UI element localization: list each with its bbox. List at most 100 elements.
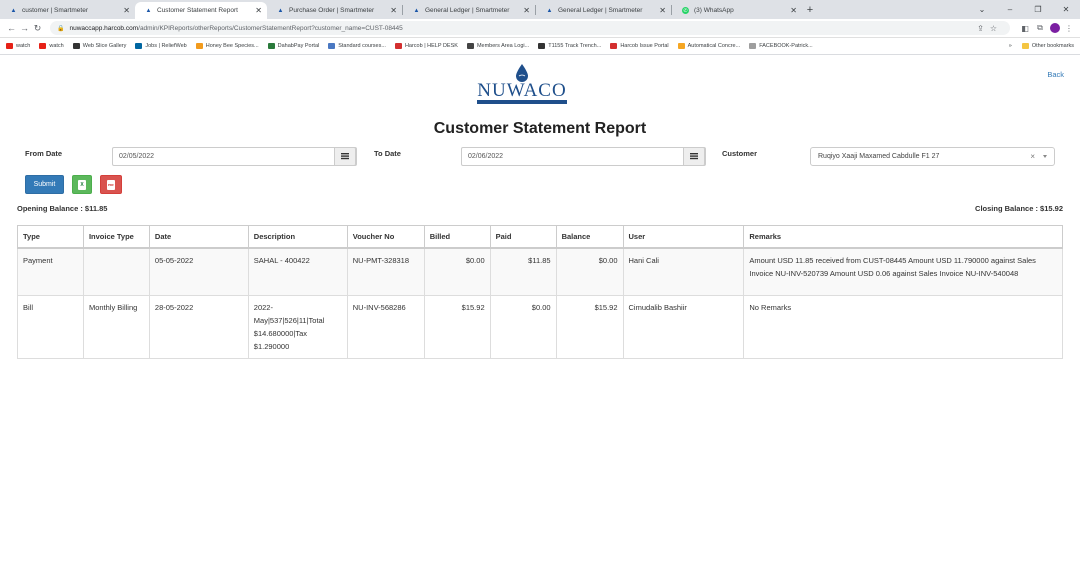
bookmark-label: Web Slice Gallery [82,43,127,49]
minimize-button[interactable]: – [996,5,1024,14]
submit-button[interactable]: Submit [25,175,64,194]
bookmark-item[interactable]: watch [39,43,64,49]
puzzle-icon[interactable]: ⧉ [1034,23,1046,33]
bookmark-item[interactable]: Harcob Issue Portal [610,43,669,49]
share-star-icons[interactable]: ⇪☆ [977,24,1003,33]
browser-toolbar: ← → ↻ 🔒 nuwaccapp.harcob.com/admin/KPIRe… [0,19,1080,38]
tab-search-icon[interactable]: ⌄ [968,5,996,14]
close-icon[interactable]: ✕ [790,6,797,15]
close-icon[interactable]: ✕ [255,6,262,15]
back-arrow-icon[interactable]: ← [5,23,18,33]
cell-user: Hani Cali [622,247,745,296]
reload-icon[interactable]: ↻ [31,23,44,34]
bookmark-favicon-icon [677,43,685,49]
page-title: Customer Statement Report [433,120,647,137]
lock-icon[interactable]: 🔒 [57,25,64,32]
bookmark-item[interactable]: Automatical Concre... [677,43,740,49]
column-header[interactable]: User [622,225,745,249]
close-icon[interactable]: ✕ [659,6,666,15]
back-link[interactable]: Back [1047,70,1064,79]
bookmark-item[interactable]: Standard courses... [328,43,386,49]
bookmark-item[interactable]: Jobs | ReliefWeb [135,43,187,49]
from-date-calendar-button[interactable] [334,147,356,166]
new-tab-button[interactable]: + [802,4,818,16]
opening-balance: Opening Balance : $11.85 [17,204,108,213]
cell-date: 28-05-2022 [148,295,249,359]
from-date-input[interactable]: 02/05/2022 [112,147,357,166]
browser-tab[interactable]: ▲ General Ledger | Smartmeter ✕ [403,2,535,19]
to-date-label: To Date [374,149,401,158]
bookmark-favicon-icon [328,43,336,49]
to-date-calendar-button[interactable] [683,147,705,166]
bookmark-item[interactable]: Members Area Logi... [466,43,530,49]
customer-select[interactable]: Ruqiyo Xaaji Maxamed Cabdulle F1 27 × [810,147,1055,166]
address-bar[interactable]: 🔒 nuwaccapp.harcob.com/admin/KPIReports/… [50,21,1010,35]
bookmark-favicon-icon [6,43,13,49]
window-close-button[interactable]: ✕ [1052,5,1080,14]
tab-title: Purchase Order | Smartmeter [289,7,375,14]
browser-tab[interactable]: ▲ customer | Smartmeter ✕ [0,2,135,19]
bookmark-label: watch [16,43,31,49]
bookmark-label: watch [49,43,64,49]
more-bookmarks-button[interactable]: » [1009,43,1012,49]
column-header[interactable]: Remarks [743,225,1063,249]
filter-row: From Date 02/05/2022 To Date 02/06/2022 … [25,147,1055,167]
bookmarks-bar: watch watch Web Slice Gallery Jobs | Relief… [0,38,1080,55]
to-date-input[interactable]: 02/06/2022 [461,147,706,166]
bookmark-favicon-icon [267,43,275,49]
column-header[interactable]: Billed [423,225,491,249]
cell-paid: $11.85 [489,247,557,296]
close-icon[interactable]: ✕ [390,6,397,15]
report-page: Back NUWACO Customer Statement Report Fr… [0,55,1080,583]
bookmark-item[interactable]: Web Slice Gallery [72,43,127,49]
cell-type: Bill [17,295,84,359]
chevron-down-icon[interactable] [1043,155,1047,158]
browser-tab[interactable]: ▲ General Ledger | Smartmeter ✕ [536,2,671,19]
menu-dots-icon[interactable]: ⋮ [1063,24,1075,33]
column-header[interactable]: Type [17,225,84,249]
calendar-icon [341,153,349,160]
bookmark-label: Members Area Logi... [476,43,530,49]
browser-tab-active[interactable]: ▲ Customer Statement Report ✕ [135,2,267,19]
column-header[interactable]: Balance [555,225,624,249]
bookmark-item[interactable]: T1155 Track Trench... [538,43,601,49]
cell-invoice-type: Monthly Billing [82,295,150,359]
bookmark-item[interactable]: Honey Bee Species... [195,43,259,49]
column-header[interactable]: Paid [489,225,557,249]
tab-title: General Ledger | Smartmeter [558,7,643,14]
column-header[interactable]: Date [148,225,249,249]
bookmark-item[interactable]: watch [6,43,30,49]
browser-tab[interactable]: ▲ Purchase Order | Smartmeter ✕ [267,2,402,19]
other-bookmarks-link[interactable]: Other bookmarks [1032,43,1074,49]
bookmark-item[interactable]: Harcob | HELP DESK [394,43,458,49]
clear-icon[interactable]: × [1030,152,1035,161]
export-pdf-button[interactable]: PDF [100,175,122,194]
customer-label: Customer [722,149,758,158]
from-date-value: 02/05/2022 [119,153,155,160]
bookmark-item[interactable]: FACEBOOK-Patrick... [749,43,813,49]
table-header-row: Type Invoice Type Date Description Vouch… [17,225,1063,249]
folder-icon [1021,43,1029,49]
cell-billed: $0.00 [423,247,491,296]
bookmark-favicon-icon [394,43,402,49]
forward-arrow-icon[interactable]: → [18,23,31,33]
close-icon[interactable]: ✕ [523,6,530,15]
bookmark-item[interactable]: DahabPay Portal [267,43,319,49]
avatar[interactable] [1050,23,1060,33]
cell-date: 05-05-2022 [148,247,249,296]
column-header[interactable]: Description [247,225,348,249]
calendar-icon [690,153,698,160]
export-excel-button[interactable]: X [72,175,92,194]
table-row: Bill Monthly Billing 28-05-2022 2022-May… [17,295,1063,359]
cell-description: 2022-May|537|526|11|Total $14.680000|Tax… [247,295,348,359]
from-date-label: From Date [25,149,63,158]
extension-icon[interactable]: ◧ [1019,24,1031,33]
cell-description: SAHAL - 400422 [247,247,348,296]
tab-title: (3) WhatsApp [694,7,734,14]
close-icon[interactable]: ✕ [123,6,130,15]
browser-tab[interactable]: ✆ (3) WhatsApp ✕ [672,2,802,19]
column-header[interactable]: Voucher No [346,225,425,249]
maximize-button[interactable]: ❐ [1024,5,1052,14]
column-header[interactable]: Invoice Type [82,225,150,249]
drop-icon: ▲ [10,7,17,14]
